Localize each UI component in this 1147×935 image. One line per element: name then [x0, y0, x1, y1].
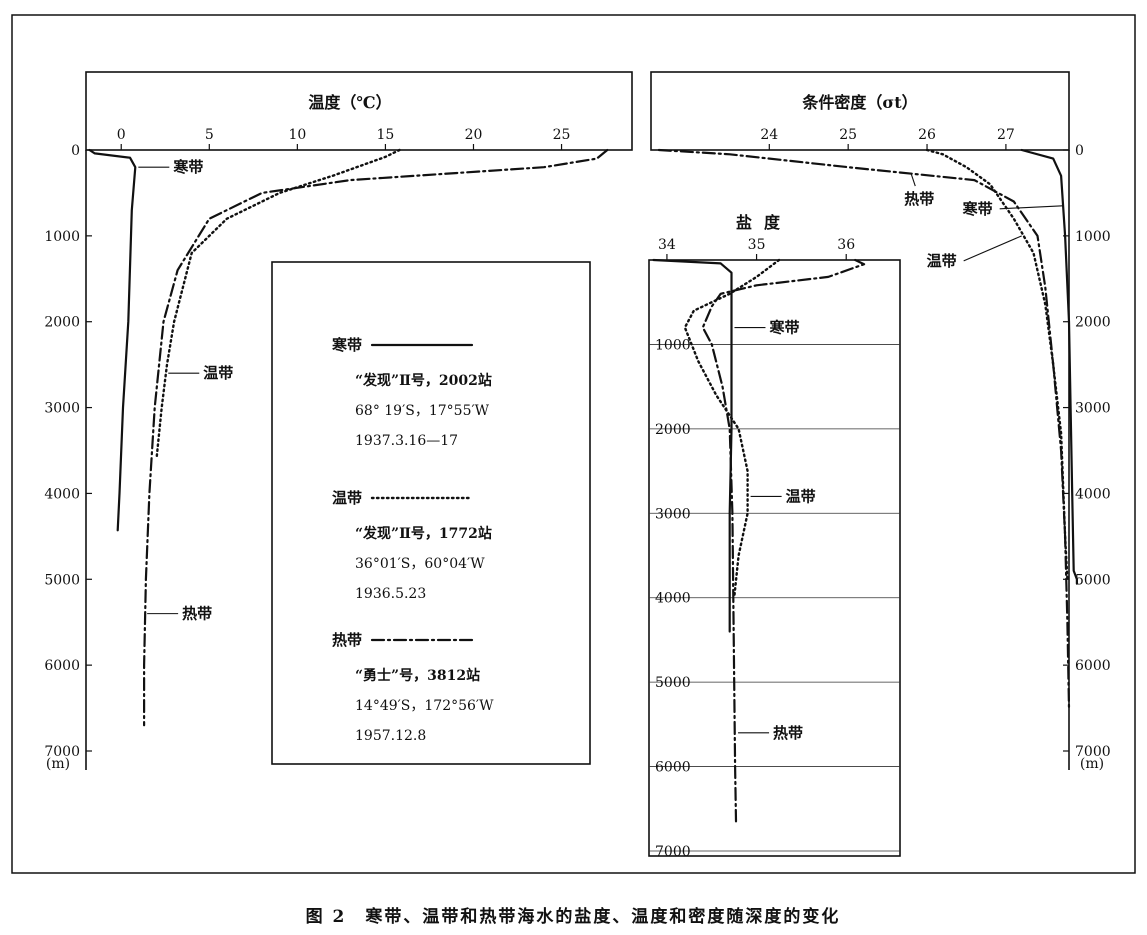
temperature-xtick-label: 10 [288, 127, 306, 143]
salinity-xtick-label: 35 [748, 237, 766, 253]
temperature-ytick-label: 3000 [44, 401, 80, 417]
salinity-annotation-label: 温带 [786, 487, 816, 505]
salinity-ytick-label: 4000 [655, 591, 691, 607]
salinity-ytick-label: 5000 [655, 675, 691, 691]
legend-box [271, 261, 591, 765]
salinity-panel: 盐度 34 35 36 1000 2000 3000 4000 5000 6000 7000 寒… [648, 213, 901, 860]
density-series-dotted [925, 148, 1069, 581]
legend-line-temperate: 1936.5.23 [355, 586, 426, 602]
temperature-series-solid [88, 148, 137, 532]
density-annotation-label: 热带 [904, 190, 934, 208]
legend-line-cold: 1937.3.16—17 [355, 433, 458, 449]
temperature-xtick-label: 0 [117, 127, 126, 143]
legend-title-cold: 寒带 [332, 336, 362, 354]
salinity-ytick-label: 7000 [655, 844, 691, 860]
density-ytick-label: 6000 [1075, 658, 1111, 674]
figure-caption: 图 2 寒带、温带和热带海水的盐度、温度和密度随深度的变化 [306, 906, 841, 927]
salinity-annotation-label: 寒带 [769, 319, 799, 337]
density-ytick-label: 7000 [1075, 744, 1111, 760]
legend-line-temperate: “发现”Ⅱ号，1772站 [355, 525, 492, 542]
legend: 寒带 “发现”Ⅱ号，2002站 68° 19′S，17°55′W 1937.3.16—… [271, 261, 591, 765]
salinity-xtick-label: 36 [837, 237, 855, 253]
temperature-annotation-label: 热带 [182, 605, 212, 623]
salinity-annotation-label: 热带 [773, 724, 803, 742]
temperature-ytick-label: 7000 [44, 744, 80, 760]
legend-title-tropical: 热带 [332, 631, 362, 649]
legend-line-cold: “发现”Ⅱ号，2002站 [355, 372, 492, 389]
temperature-ytick-label: 6000 [44, 658, 80, 674]
density-xtick-label: 24 [760, 127, 778, 143]
temperature-ytick-label: 0 [71, 143, 80, 159]
density-xtick-label: 27 [997, 127, 1015, 143]
temperature-annotation-label: 温带 [203, 364, 233, 382]
density-annotation-leader [963, 235, 1022, 262]
density-ytick-label: 3000 [1075, 401, 1111, 417]
density-annotation-label: 寒带 [963, 200, 993, 218]
temperature-ytick-label: 5000 [44, 572, 80, 588]
density-xtick-label: 26 [918, 127, 936, 143]
legend-title-temperate: 温带 [332, 489, 362, 507]
density-annotation-label: 温带 [927, 252, 957, 270]
legend-line-tropical: “勇士”号，3812站 [355, 667, 480, 684]
temperature-ytick-label: 4000 [44, 486, 80, 502]
salinity-axis-title: 盐度 [736, 213, 792, 232]
density-axis-title: 条件密度（σt） [801, 93, 917, 112]
density-ytick-label: 4000 [1075, 486, 1111, 502]
salinity-ytick-label: 1000 [655, 337, 691, 353]
salinity-ytick-label: 3000 [655, 506, 691, 522]
salinity-xtick-label: 34 [658, 237, 676, 253]
legend-line-temperate: 36°01′S，60°04′W [355, 556, 485, 572]
temperature-xtick-label: 15 [377, 127, 395, 143]
temperature-xtick-label: 25 [553, 127, 571, 143]
depth-profile-figure: 温度（℃） (m) 0 5 10 15 20 25 0100020003000400050… [11, 14, 1136, 927]
density-ytick-label: 0 [1075, 143, 1084, 159]
density-ytick-label: 2000 [1075, 315, 1111, 331]
salinity-series-solid [652, 258, 733, 633]
density-annotation-leader [999, 205, 1063, 210]
temperature-xtick-label: 20 [465, 127, 483, 143]
density-panel: 条件密度（σt） (m) 24 25 26 27 010002000300040005… [650, 71, 1111, 772]
temperature-xtick-label: 5 [205, 127, 214, 143]
legend-line-tropical: 14°49′S，172°56′W [355, 698, 494, 714]
density-ytick-label: 5000 [1075, 572, 1111, 588]
salinity-ytick-label: 6000 [655, 760, 691, 776]
density-ytick-label: 1000 [1075, 229, 1111, 245]
temperature-ytick-label: 2000 [44, 315, 80, 331]
temperature-ytick-label: 1000 [44, 229, 80, 245]
salinity-ytick-label: 2000 [655, 422, 691, 438]
temperature-axis-title: 温度（℃） [307, 93, 391, 112]
density-annotation-leader [910, 173, 916, 187]
legend-line-cold: 68° 19′S，17°55′W [355, 403, 490, 419]
temperature-annotation-label: 寒带 [173, 158, 203, 176]
density-xtick-label: 25 [839, 127, 857, 143]
legend-line-tropical: 1957.12.8 [355, 728, 426, 744]
